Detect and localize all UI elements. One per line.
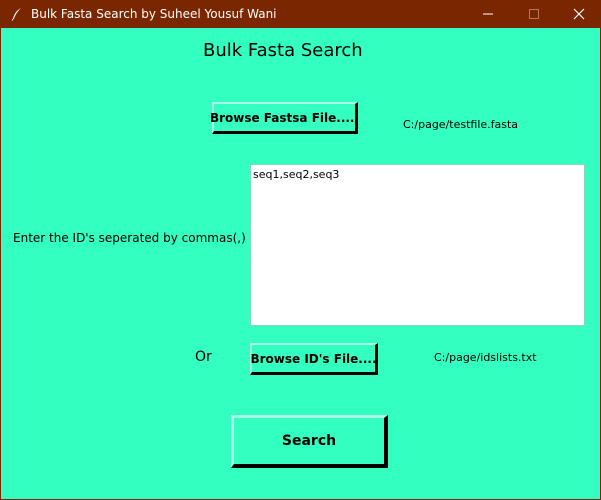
or-label: Or xyxy=(195,349,212,365)
browse-fasta-button[interactable]: Browse Fastsa File..... xyxy=(210,102,359,134)
page-title: Bulk Fasta Search xyxy=(203,40,363,61)
browse-ids-file-button[interactable]: Browse ID's File.... xyxy=(250,343,378,375)
app-window: Bulk Fasta Search by Suheel Yousuf Wani xyxy=(0,0,601,500)
minimize-button[interactable] xyxy=(465,0,511,28)
title-bar[interactable]: Bulk Fasta Search by Suheel Yousuf Wani xyxy=(1,0,601,28)
maximize-icon xyxy=(528,5,540,24)
ids-input[interactable] xyxy=(250,164,585,326)
close-icon xyxy=(573,5,585,24)
fasta-file-path: C:/page/testfile.fasta xyxy=(403,118,519,131)
ids-prompt-label: Enter the ID's seperated by commas(,) xyxy=(13,231,246,245)
search-button[interactable]: Search xyxy=(231,415,388,468)
close-button[interactable] xyxy=(556,0,601,28)
feather-pen-icon xyxy=(10,6,24,21)
maximize-button xyxy=(511,0,557,28)
window-title: Bulk Fasta Search by Suheel Yousuf Wani xyxy=(31,7,277,21)
minimize-icon xyxy=(482,5,494,24)
ids-file-path: C:/page/idslists.txt xyxy=(434,351,537,364)
